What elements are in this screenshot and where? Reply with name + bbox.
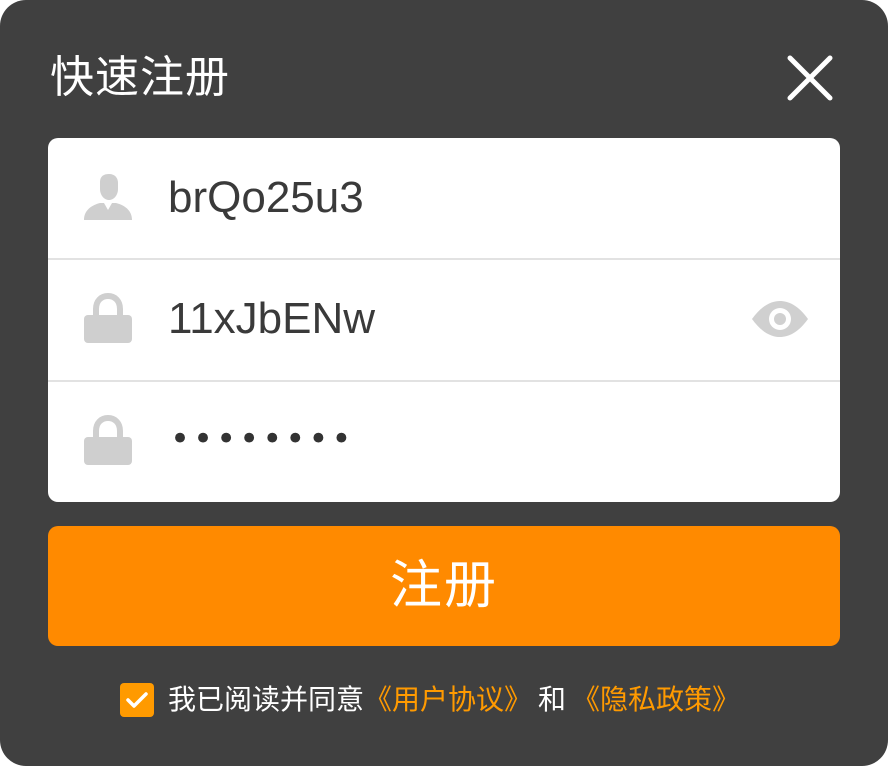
password-input[interactable] — [168, 289, 728, 349]
agreement-and-text: 和 — [538, 683, 567, 716]
register-dialog: 快速注册 brQo25u3 11xJbENw •••••••• 注册 我已阅读并… — [0, 0, 888, 766]
check-icon — [126, 692, 148, 708]
close-icon — [787, 55, 833, 101]
password-row — [48, 259, 840, 379]
confirm-password-row: •••••••• — [48, 381, 840, 501]
close-button[interactable] — [782, 50, 838, 106]
confirm-password-input[interactable]: •••••••• — [170, 409, 354, 469]
agreement-text: 我已阅读并同意 — [168, 683, 365, 716]
user-icon — [82, 172, 134, 224]
username-input[interactable] — [168, 168, 728, 228]
lock-icon — [82, 414, 134, 467]
register-button[interactable]: 注册 — [48, 526, 840, 646]
username-row — [48, 138, 840, 258]
eye-icon — [752, 301, 808, 337]
privacy-policy-link[interactable]: 《隐私政策》 — [572, 682, 740, 718]
lock-icon — [82, 292, 134, 345]
agree-checkbox[interactable] — [120, 683, 154, 717]
dialog-title: 快速注册 — [50, 52, 230, 103]
register-form: •••••••• — [48, 138, 840, 502]
show-password-toggle[interactable] — [748, 297, 812, 341]
user-agreement-link[interactable]: 《用户协议》 — [364, 682, 532, 718]
agreement-row: 我已阅读并同意 《用户协议》 和 《隐私政策》 — [120, 682, 740, 718]
